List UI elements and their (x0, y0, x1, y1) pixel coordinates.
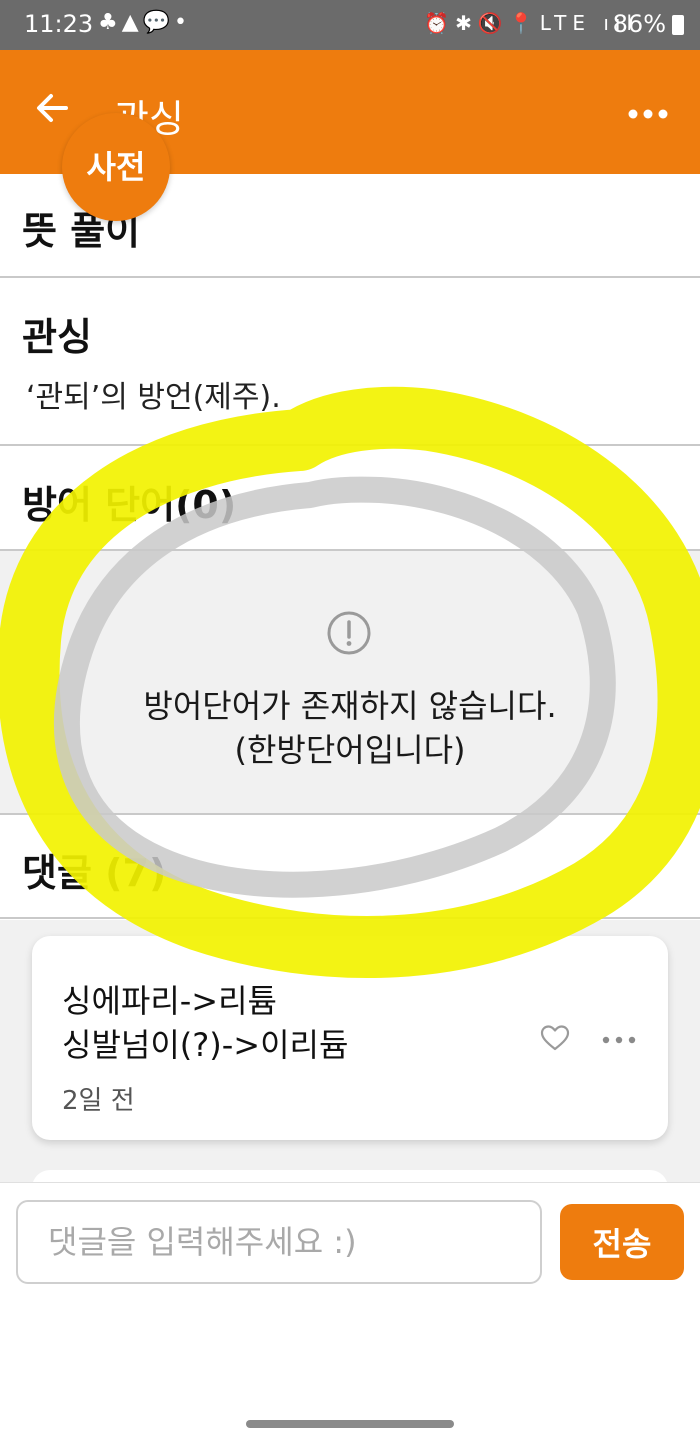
empty-message-line1: 방어단어가 존재하지 않습니다. (143, 687, 557, 725)
defense-words-header: 방어 단어(0) (22, 483, 237, 527)
comment-text-line1: 싱에파리->리튬 (62, 982, 277, 1020)
comment-timestamp: 2일 전 (62, 1086, 135, 1116)
empty-state-message: 방어단어가 존재하지 않습니다. (한방단어입니다) (0, 684, 700, 772)
notification-icons: ♣▲💬• (98, 10, 192, 35)
heart-icon[interactable] (540, 1024, 570, 1052)
comments-header: 댓글 (7) (22, 851, 167, 895)
alert-circle-icon (327, 611, 371, 655)
battery-percent: 86% (612, 10, 666, 38)
dictionary-badge[interactable]: 사전 (62, 113, 170, 221)
divider (0, 444, 700, 446)
home-indicator[interactable] (246, 1420, 454, 1428)
status-time: 11:23 (24, 10, 94, 38)
word-definition: ‘관되’의 방언(제주). (26, 380, 281, 415)
empty-message-line2: (한방단어입니다) (234, 731, 466, 769)
comment-input[interactable] (16, 1200, 542, 1284)
status-bar: 11:23 ♣▲💬• ⏰✱🔇📍LTE ııl 86% (0, 0, 700, 50)
battery-icon (672, 15, 684, 35)
comment-more-icon[interactable] (602, 1036, 636, 1044)
back-arrow-icon[interactable] (32, 88, 72, 128)
comment-text-line2: 싱발넘이(?)->이리듐 (62, 1026, 349, 1064)
word-title: 관싱 (22, 315, 92, 359)
send-button[interactable]: 전송 (560, 1204, 684, 1280)
divider (0, 276, 700, 278)
more-options-icon[interactable] (628, 108, 668, 120)
divider (0, 813, 700, 815)
divider (0, 917, 700, 919)
empty-state-box (0, 551, 700, 813)
system-icons: ⏰✱🔇📍LTE ııl (424, 11, 638, 35)
